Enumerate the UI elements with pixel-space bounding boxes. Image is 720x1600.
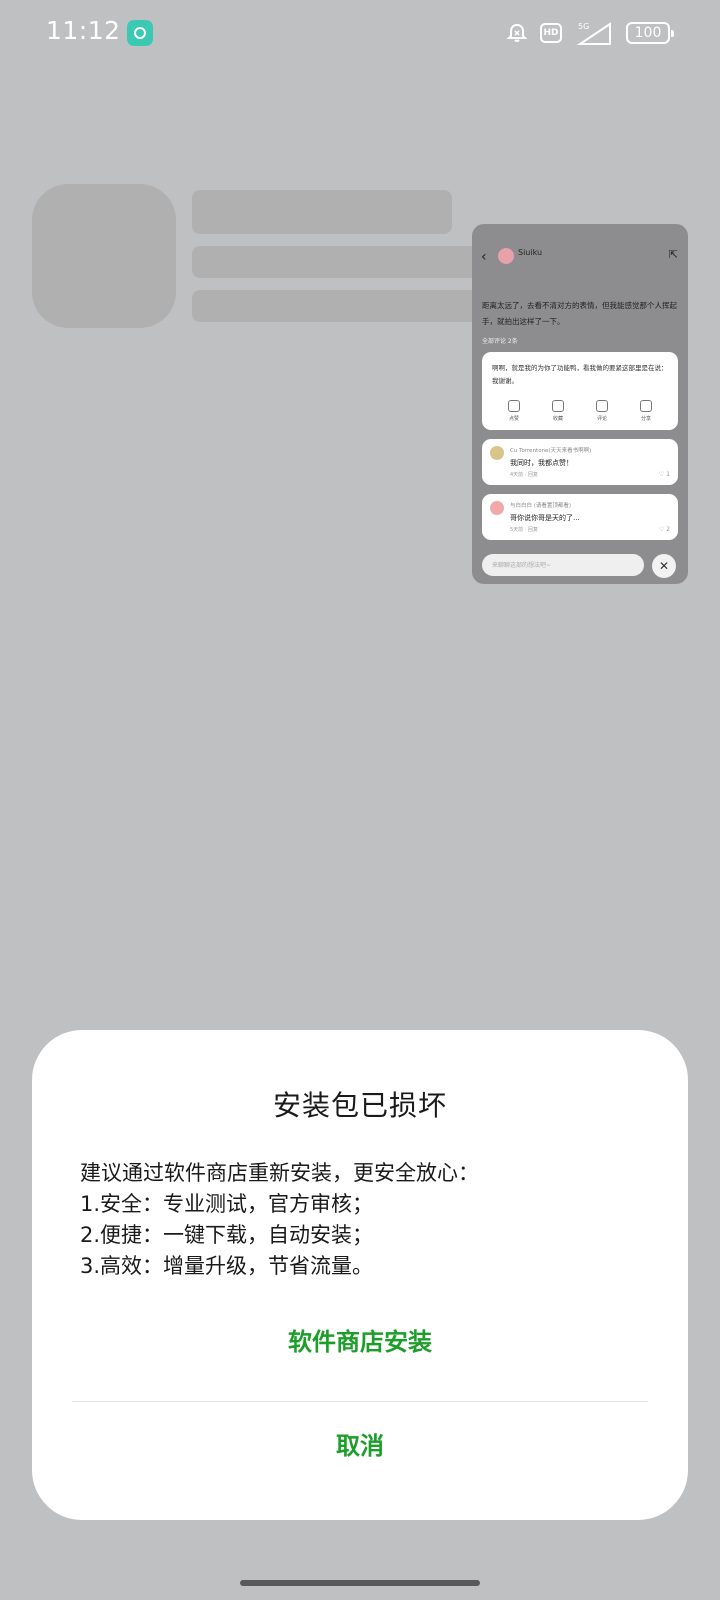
install-package-damaged-dialog: 安装包已损坏 建议通过软件商店重新安装，更安全放心： 1.安全：专业测试，官方审… <box>32 1030 688 1520</box>
line-placeholder <box>192 246 482 278</box>
divider <box>72 1401 648 1402</box>
share-icon <box>640 400 652 412</box>
preview-reply-card: 啊啊，就是我的为你了功能鸭，看我做的要紧这部里是在说：我谢谢。 点赞 收藏 评论… <box>482 352 678 430</box>
like-icon <box>508 400 520 412</box>
dialog-message-line: 建议通过软件商店重新安装，更安全放心： <box>80 1161 479 1185</box>
dialog-message: 建议通过软件商店重新安装，更安全放心： 1.安全：专业测试，官方审核； 2.便捷… <box>80 1158 650 1282</box>
network-label: 5G <box>578 22 589 31</box>
battery-icon: 100 <box>626 22 674 44</box>
preview-header: ‹ Siuiku ⇱ <box>472 224 688 284</box>
dialog-title: 安装包已损坏 <box>272 1089 447 1122</box>
action-row: 点赞 收藏 评论 分享 <box>492 400 668 422</box>
avatar <box>490 446 504 460</box>
line-placeholder <box>192 290 482 322</box>
status-bar: 11:12 HD 5G 100 <box>0 0 720 64</box>
hd-icon: HD <box>540 23 562 43</box>
comment-item: 与白白白 (请看置顶都看) 哥你说你哥是天的了... 5天前 · 回复 ♡ 2 <box>482 494 678 540</box>
battery-level: 100 <box>634 25 662 41</box>
app-store-install-button[interactable]: 软件商店安装 <box>32 1312 688 1372</box>
comment-icon <box>596 400 608 412</box>
comment-author: 与白白白 (请看置顶都看) <box>510 503 572 509</box>
comment-input[interactable]: 来聊聊这部的想法吧~ <box>482 554 644 576</box>
avatar <box>490 501 504 515</box>
comment-like-icon[interactable]: ♡ 1 <box>659 471 670 478</box>
close-icon[interactable]: ✕ <box>652 554 676 578</box>
floating-preview-window[interactable]: ‹ Siuiku ⇱ 距离太远了，去看不清对方的表情，但我能感觉那个人挥起手，就… <box>472 224 688 584</box>
comment-meta: 5天前 · 回复 <box>510 527 538 533</box>
back-arrow-icon[interactable]: ‹ <box>481 249 487 265</box>
comment-action[interactable]: 评论 <box>587 400 617 422</box>
preview-post-text: 距离太远了，去看不清对方的表情，但我能感觉那个人挥起手，就拍出这样了一下。 <box>482 301 677 326</box>
reply-text: 啊啊，就是我的为你了功能鸭，看我做的要紧这部里是在说：我谢谢。 <box>492 364 668 385</box>
share-icon[interactable]: ⇱ <box>669 248 678 261</box>
bell-muted-icon <box>506 22 528 44</box>
dialog-message-line: 1.安全：专业测试，官方审核； <box>80 1192 374 1216</box>
preview-username: Siuiku <box>518 248 543 257</box>
comment-author: Cu Torrentone(天天来看书啊啊) <box>510 448 592 454</box>
status-icons: HD 5G 100 <box>506 18 674 48</box>
like-action[interactable]: 点赞 <box>499 400 529 422</box>
comment-like-icon[interactable]: ♡ 2 <box>659 526 670 533</box>
comment-body: 我同时，我都点赞！ <box>510 459 573 467</box>
avatar <box>498 248 514 264</box>
comment-body: 哥你说你哥是天的了... <box>510 514 580 522</box>
share-action[interactable]: 分享 <box>631 400 661 422</box>
comment-meta: 4天前 · 回复 <box>510 472 538 478</box>
comment-count-label: 全部评论 2条 <box>482 338 518 345</box>
app-notification-icon <box>127 20 153 46</box>
signal-icon: 5G <box>574 21 614 45</box>
home-indicator[interactable] <box>240 1580 480 1586</box>
comment-input-placeholder: 来聊聊这部的想法吧~ <box>492 562 552 569</box>
cancel-button[interactable]: 取消 <box>32 1416 688 1476</box>
title-placeholder <box>192 190 452 234</box>
comment-item: Cu Torrentone(天天来看书啊啊) 我同时，我都点赞！ 4天前 · 回… <box>482 439 678 485</box>
dialog-message-line: 3.高效：增量升级，节省流量。 <box>80 1254 374 1278</box>
status-time: 11:12 <box>46 16 121 45</box>
dialog-message-line: 2.便捷：一键下载，自动安装； <box>80 1223 374 1247</box>
favorite-action[interactable]: 收藏 <box>543 400 573 422</box>
app-icon-placeholder <box>32 184 176 328</box>
favorite-icon <box>552 400 564 412</box>
